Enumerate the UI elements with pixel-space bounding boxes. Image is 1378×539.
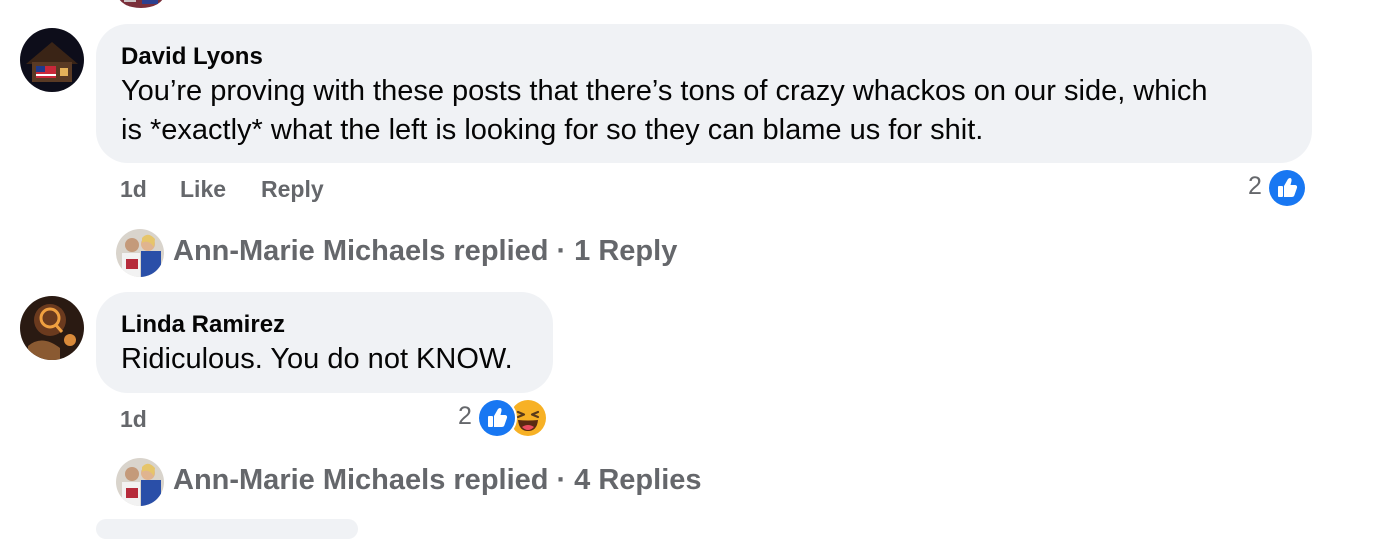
previous-reply-avatar[interactable]	[118, 0, 164, 8]
reply-count: 4 Replies	[574, 464, 702, 496]
like-button[interactable]: Like	[180, 176, 226, 203]
comment-author[interactable]: David Lyons	[121, 42, 1312, 72]
reaction-summary[interactable]: 2	[458, 398, 550, 438]
separator-dot: ·	[556, 464, 567, 496]
ann-marie-michaels-avatar[interactable]	[116, 229, 164, 277]
comment-timestamp[interactable]: 1d	[120, 176, 147, 203]
view-replies-link[interactable]: Ann-Marie Michaels replied · 4 Replies	[173, 464, 702, 497]
comment-timestamp[interactable]: 1d	[120, 406, 147, 433]
separator-dot: ·	[556, 235, 567, 267]
comment-text-line-1: Ridiculous. You do not KNOW.	[121, 343, 513, 375]
comment-text-line-2: is *exactly* what the left is looking fo…	[121, 114, 984, 146]
reaction-summary[interactable]: 2	[1248, 168, 1308, 208]
reaction-count: 2	[458, 402, 472, 430]
linda-ramirez-avatar[interactable]	[20, 296, 84, 360]
replied-by-label: Ann-Marie Michaels replied	[173, 464, 549, 496]
ann-marie-michaels-avatar[interactable]	[116, 458, 164, 506]
comment-author[interactable]: Linda Ramirez	[121, 310, 553, 340]
reaction-count: 2	[1248, 172, 1262, 200]
comment-bubble: Linda Ramirez Ridiculous. You do not KNO…	[96, 292, 553, 393]
reply-count: 1 Reply	[574, 235, 678, 267]
comment-bubble: David Lyons You’re proving with these po…	[96, 24, 1312, 163]
reply-button[interactable]: Reply	[261, 176, 324, 203]
like-icon	[1267, 168, 1307, 208]
replied-by-label: Ann-Marie Michaels replied	[173, 235, 549, 267]
next-comment-bubble	[96, 519, 358, 539]
david-lyons-avatar[interactable]	[20, 28, 84, 92]
view-replies-link[interactable]: Ann-Marie Michaels replied · 1 Reply	[173, 235, 677, 268]
like-icon	[477, 398, 517, 438]
comment-text-line-1: You’re proving with these posts that the…	[121, 75, 1208, 107]
